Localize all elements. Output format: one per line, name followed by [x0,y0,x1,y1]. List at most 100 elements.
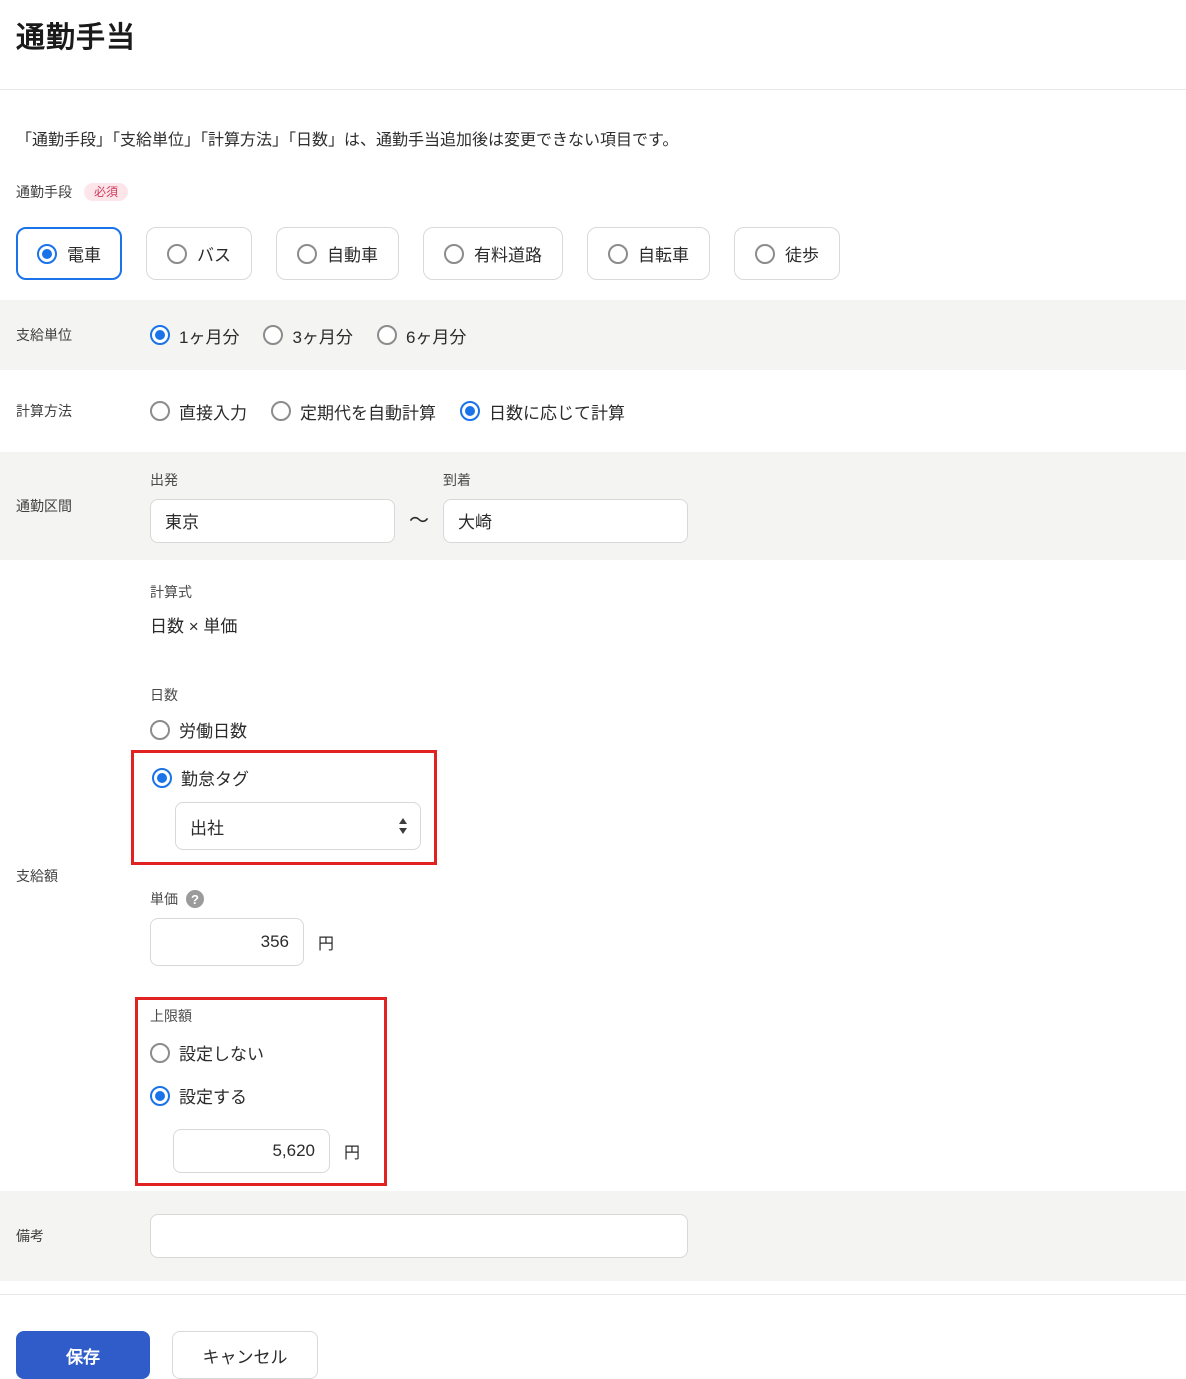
attendance-tag-highlight-box: 勤怠タグ 出社 [131,750,437,865]
unit-price-input-row: 円 [150,918,1170,966]
commuting-allowance-form: 通勤手当 「通勤手段」「支給単位」「計算方法」「日数」は、通勤手当追加後は変更で… [0,0,1186,1379]
commute-section-row: 通勤区間 出発 〜 到着 [0,452,1186,560]
unit-price-input[interactable] [150,918,304,966]
method-option-bicycle[interactable]: 自転車 [587,227,710,280]
radio-unselected-icon [297,243,317,264]
method-option-label: バス [197,246,231,265]
page-header: 通勤手当 [0,0,1186,90]
method-option-bus[interactable]: バス [146,227,252,280]
unit-price-label-row: 単価 ? [150,889,1170,909]
limit-option-set[interactable]: 設定する [150,1083,384,1108]
calc-method-option-auto-pass[interactable]: 定期代を自動計算 [271,399,436,424]
payment-amount-row: 支給額 計算式 日数 × 単価 日数 労働日数 勤怠タグ 出社 単価 ? 356… [0,560,1186,1191]
method-option-label: 徒歩 [785,246,819,265]
radio-option-label: 3ヶ月分 [292,327,353,347]
method-option-walk[interactable]: 徒歩 [734,227,840,280]
payment-amount-content: 計算式 日数 × 単価 日数 労働日数 勤怠タグ 出社 単価 ? 356 円 上… [131,560,1170,1191]
radio-option-label: 設定しない [179,1045,264,1064]
limit-option-no-set[interactable]: 設定しない [150,1040,384,1065]
radio-option-label: 直接入力 [179,403,247,423]
radio-unselected-icon [263,325,284,345]
calc-method-option-direct[interactable]: 直接入力 [150,399,247,424]
days-option-attendance-tag[interactable]: 勤怠タグ [152,765,434,790]
help-icon[interactable]: ? [186,890,204,908]
commute-section-label: 通勤区間 [16,498,72,514]
radio-unselected-icon [755,243,775,264]
unit-price-currency: 円 [318,936,335,953]
arrival-label: 到着 [443,471,471,488]
radio-selected-icon [150,1085,170,1106]
required-badge: 必須 [84,183,129,201]
page-title: 通勤手当 [16,22,137,54]
immutable-fields-note: 「通勤手段」「支給単位」「計算方法」「日数」は、通勤手当追加後は変更できない項目… [16,132,679,149]
method-option-car[interactable]: 自動車 [276,227,399,280]
departure-input[interactable] [150,498,395,543]
radio-option-label: 1ヶ月分 [179,327,240,347]
payment-unit-radio-group: 1ヶ月分 3ヶ月分 6ヶ月分 [150,323,466,348]
radio-selected-icon [152,767,172,788]
radio-unselected-icon [150,719,170,740]
cancel-button[interactable]: キャンセル [172,1331,318,1379]
remarks-input[interactable] [150,1214,688,1258]
attendance-tag-select[interactable]: 出社 [175,802,421,850]
method-option-label: 電車 [67,246,101,265]
method-option-train[interactable]: 電車 [16,227,122,280]
save-button[interactable]: 保存 [16,1331,150,1379]
route-fields: 出発 〜 到着 [150,470,688,543]
payment-unit-option-1month[interactable]: 1ヶ月分 [150,323,239,348]
commute-method-radio-group: 電車 バス 自動車 有料道路 自転車 徒歩 [16,227,1170,280]
commute-method-section: 通勤手段 必須 電車 バス 自動車 有料道路 自転車 徒歩 [0,182,1186,280]
radio-option-label: 6ヶ月分 [405,327,467,347]
radio-unselected-icon [608,243,628,264]
radio-selected-icon [460,401,480,421]
days-label: 日数 [150,687,178,703]
limit-label: 上限額 [150,1008,192,1024]
radio-unselected-icon [167,243,187,264]
radio-unselected-icon [271,401,291,421]
unit-price-label: 単価 [150,891,178,907]
radio-option-label: 日数に応じて計算 [489,403,625,423]
limit-amount-highlight-box: 上限額 設定しない 設定する 円 [135,997,387,1186]
radio-unselected-icon [376,325,397,345]
payment-unit-option-6month[interactable]: 6ヶ月分 [376,323,467,348]
form-footer: 保存 キャンセル [0,1294,1186,1379]
calc-method-radio-group: 直接入力 定期代を自動計算 日数に応じて計算 [150,399,625,424]
calc-method-row: 計算方法 直接入力 定期代を自動計算 日数に応じて計算 [0,370,1186,452]
remarks-row: 備考 [0,1191,1186,1281]
radio-unselected-icon [150,1042,170,1063]
radio-unselected-icon [444,243,464,264]
attendance-tag-select-value: 出社 [190,818,224,838]
departure-label: 出発 [150,471,178,488]
route-separator: 〜 [409,509,429,532]
days-option-working-days[interactable]: 労働日数 [150,717,1170,742]
radio-option-label: 設定する [179,1088,247,1107]
method-option-label: 自動車 [327,246,378,265]
select-arrows-icon [399,818,407,834]
method-option-label: 自転車 [638,246,689,265]
limit-amount-input[interactable] [173,1129,330,1173]
payment-unit-option-3month[interactable]: 3ヶ月分 [263,323,353,348]
radio-option-label: 勤怠タグ [181,770,249,789]
method-option-toll-road[interactable]: 有料道路 [423,227,563,280]
limit-input-row: 円 [173,1129,384,1173]
payment-amount-label: 支給額 [16,867,58,884]
arrival-field: 到着 [443,470,688,543]
commute-method-label-row: 通勤手段 必須 [16,182,1170,202]
payment-unit-label: 支給単位 [16,327,72,343]
radio-selected-icon [150,325,170,345]
radio-option-label: 定期代を自動計算 [300,403,436,423]
arrival-input[interactable] [443,498,688,543]
radio-selected-icon [37,243,57,264]
method-option-label: 有料道路 [474,246,542,265]
limit-currency: 円 [344,1145,361,1162]
commute-method-label: 通勤手段 [16,184,72,200]
formula-value: 日数 × 単価 [150,617,238,636]
remarks-label: 備考 [16,1228,44,1244]
departure-field: 出発 [150,470,395,543]
calc-method-option-by-days[interactable]: 日数に応じて計算 [460,399,625,424]
radio-option-label: 労働日数 [179,722,247,741]
formula-label: 計算式 [150,584,192,600]
payment-unit-row: 支給単位 1ヶ月分 3ヶ月分 6ヶ月分 [0,300,1186,370]
radio-unselected-icon [150,401,170,421]
calc-method-label: 計算方法 [16,403,72,419]
